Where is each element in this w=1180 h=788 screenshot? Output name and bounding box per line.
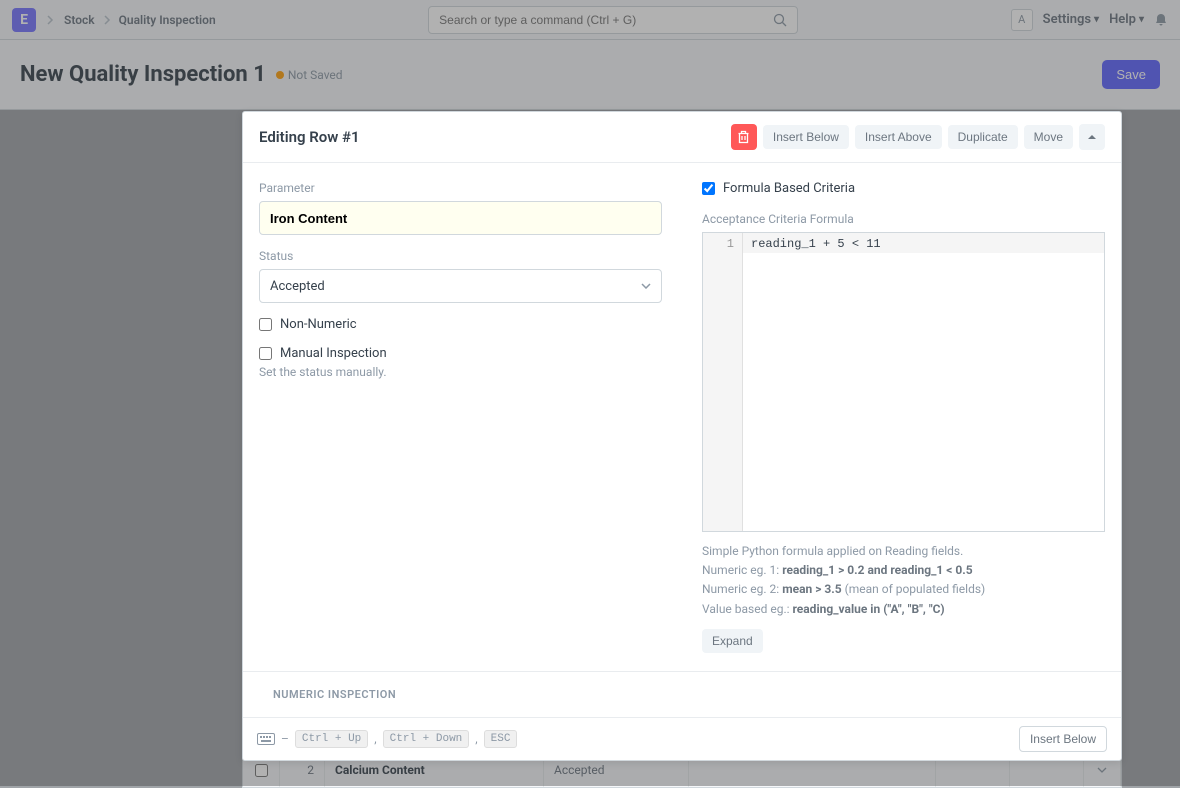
- chevron-up-icon: [1087, 134, 1097, 140]
- code-gutter: 1: [703, 233, 743, 531]
- parameter-input[interactable]: [259, 201, 662, 235]
- chevron-right-icon: [103, 15, 111, 25]
- expand-button[interactable]: Expand: [702, 629, 763, 653]
- keyboard-icon: [257, 733, 275, 745]
- row-checkbox[interactable]: [255, 764, 268, 777]
- search-icon: [773, 13, 787, 27]
- code-content[interactable]: reading_1 + 5 < 11: [743, 233, 1104, 531]
- kbd-ctrl-down: Ctrl + Down: [383, 730, 470, 748]
- page-header: New Quality Inspection 1 Not Saved Save: [0, 40, 1180, 110]
- status-badge: Not Saved: [276, 68, 343, 82]
- delete-button[interactable]: [731, 124, 757, 150]
- status-dot-icon: [276, 71, 284, 79]
- settings-menu[interactable]: Settings ▾: [1043, 12, 1099, 27]
- manual-inspection-help: Set the status manually.: [259, 365, 662, 379]
- status-select[interactable]: Accepted: [259, 269, 662, 303]
- move-button[interactable]: Move: [1024, 125, 1073, 149]
- trash-icon: [737, 130, 750, 144]
- collapse-button[interactable]: [1079, 124, 1105, 150]
- chevron-down-icon: [1097, 767, 1107, 773]
- search-input[interactable]: [439, 13, 773, 27]
- manual-inspection-checkbox-row[interactable]: Manual Inspection: [259, 346, 662, 361]
- row-editor-modal: Editing Row #1 Insert Below Insert Above…: [242, 111, 1122, 761]
- chevron-down-icon: [641, 283, 651, 289]
- caret-down-icon: ▾: [1139, 14, 1144, 25]
- insert-above-button[interactable]: Insert Above: [855, 125, 942, 149]
- insert-below-button[interactable]: Insert Below: [763, 125, 849, 149]
- search-box[interactable]: [428, 6, 798, 34]
- breadcrumb-item[interactable]: Stock: [64, 13, 95, 27]
- kbd-ctrl-up: Ctrl + Up: [295, 730, 368, 748]
- non-numeric-checkbox-row[interactable]: Non-Numeric: [259, 317, 662, 332]
- formula-help: Simple Python formula applied on Reading…: [702, 542, 1105, 619]
- save-button[interactable]: Save: [1102, 60, 1160, 89]
- duplicate-button[interactable]: Duplicate: [948, 125, 1018, 149]
- page-title: New Quality Inspection 1: [20, 62, 266, 87]
- breadcrumb: Stock Quality Inspection: [64, 13, 216, 27]
- kbd-esc: ESC: [484, 730, 518, 748]
- non-numeric-checkbox[interactable]: [259, 318, 272, 331]
- parameter-label: Parameter: [259, 181, 662, 195]
- keyboard-hints: – Ctrl + Up, Ctrl + Down, ESC: [257, 730, 517, 748]
- bell-icon[interactable]: [1154, 13, 1168, 27]
- formula-label: Acceptance Criteria Formula: [702, 212, 1105, 226]
- status-label: Status: [259, 249, 662, 263]
- app-logo[interactable]: E: [12, 8, 36, 32]
- formula-criteria-checkbox-row[interactable]: Formula Based Criteria: [702, 181, 1105, 196]
- avatar[interactable]: A: [1011, 9, 1033, 31]
- navbar: E Stock Quality Inspection A Settings ▾ …: [0, 0, 1180, 40]
- modal-title: Editing Row #1: [259, 128, 360, 146]
- modal-header: Editing Row #1 Insert Below Insert Above…: [243, 112, 1121, 163]
- section-numeric-inspection: NUMERIC INSPECTION: [243, 671, 1121, 717]
- help-menu[interactable]: Help ▾: [1109, 12, 1144, 27]
- formula-criteria-checkbox[interactable]: [702, 182, 715, 195]
- manual-inspection-checkbox[interactable]: [259, 347, 272, 360]
- footer-insert-below-button[interactable]: Insert Below: [1019, 726, 1107, 752]
- chevron-right-icon: [46, 15, 54, 25]
- modal-footer: – Ctrl + Up, Ctrl + Down, ESC Insert Bel…: [243, 717, 1121, 760]
- caret-down-icon: ▾: [1094, 14, 1099, 25]
- breadcrumb-item[interactable]: Quality Inspection: [119, 13, 216, 27]
- formula-editor[interactable]: 1 reading_1 + 5 < 11: [702, 232, 1105, 532]
